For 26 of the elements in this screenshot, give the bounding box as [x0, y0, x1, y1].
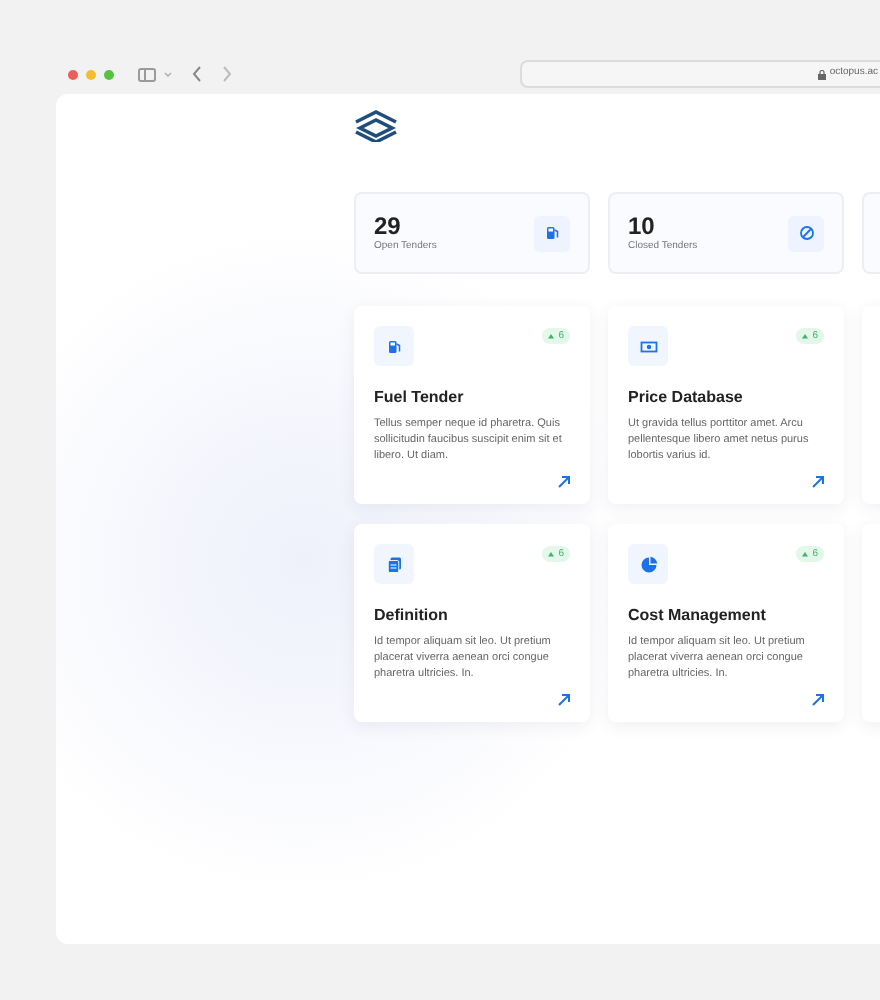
- arrow-up-right-icon[interactable]: [558, 694, 570, 706]
- arrow-up-right-icon[interactable]: [812, 694, 824, 706]
- documents-icon: [385, 555, 403, 573]
- pie-chart-icon: [639, 555, 657, 573]
- card-title: Cost Management: [628, 604, 768, 628]
- up-arrow-icon: [802, 551, 809, 557]
- blocked-icon: [797, 224, 815, 242]
- card-title: Price Database: [628, 386, 745, 410]
- sidebar-icon[interactable]: [138, 67, 156, 81]
- stat-value: 10: [628, 211, 657, 240]
- card-title: Fuel Tender: [374, 386, 466, 410]
- lock-icon: [817, 69, 826, 79]
- up-arrow-icon: [548, 551, 555, 557]
- arrow-up-right-icon[interactable]: [812, 476, 824, 488]
- fuel-pump-icon: [543, 224, 561, 242]
- banknote-icon: [639, 337, 657, 355]
- up-arrow-icon: [548, 333, 555, 339]
- back-icon[interactable]: [192, 66, 202, 82]
- up-arrow-icon: [802, 333, 809, 339]
- chevron-down-icon[interactable]: [164, 71, 172, 77]
- card-title: Definition: [374, 604, 450, 628]
- forward-icon[interactable]: [222, 66, 232, 82]
- stat-value: 29: [374, 211, 401, 240]
- fuel-pump-icon: [385, 337, 403, 355]
- arrow-up-right-icon[interactable]: [558, 476, 570, 488]
- logo-icon[interactable]: [352, 110, 400, 142]
